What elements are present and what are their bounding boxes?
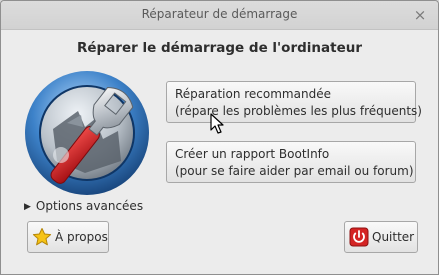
title-bar[interactable]: Réparateur de démarrage × xyxy=(1,1,438,30)
close-icon[interactable]: × xyxy=(412,7,428,23)
boot-repair-logo-icon xyxy=(25,71,149,195)
about-label: À propos xyxy=(55,230,108,244)
star-icon xyxy=(32,228,52,246)
page-title: Réparer le démarrage de l'ordinateur xyxy=(76,40,363,56)
app-window: Réparateur de démarrage × Réparer le dém… xyxy=(0,0,439,275)
bootinfo-label: Créer un rapport BootInfo xyxy=(175,147,330,161)
window-title: Réparateur de démarrage xyxy=(141,7,298,21)
bootinfo-description: (pour se faire aider par email ou forum) xyxy=(175,164,414,178)
recommended-repair-button[interactable]: Réparation recommandée (répare les probl… xyxy=(166,81,422,123)
advanced-options-expander[interactable]: ▶ Options avancées xyxy=(24,199,143,213)
create-bootinfo-button[interactable]: Créer un rapport BootInfo (pour se faire… xyxy=(166,141,416,183)
power-icon xyxy=(349,227,369,247)
quit-label: Quitter xyxy=(372,230,415,244)
mouse-pointer-icon xyxy=(210,113,224,134)
recommended-repair-label: Réparation recommandée xyxy=(175,87,331,101)
about-button[interactable]: À propos xyxy=(27,221,109,253)
expander-arrow-icon: ▶ xyxy=(24,202,31,212)
quit-button[interactable]: Quitter xyxy=(344,221,418,253)
advanced-options-label: Options avancées xyxy=(35,199,144,213)
